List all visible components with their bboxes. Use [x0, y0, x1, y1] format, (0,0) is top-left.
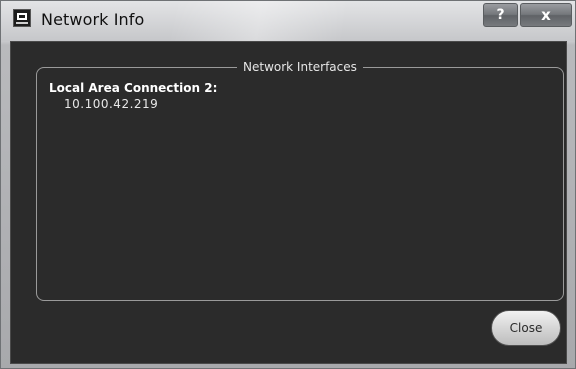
app-icon — [13, 9, 31, 27]
title-bar[interactable]: Network Info ? x — [1, 1, 575, 41]
window-title: Network Info — [41, 10, 145, 29]
group-legend: Network Interfaces — [237, 59, 363, 75]
dialog-content: Network Interfaces Local Area Connection… — [10, 41, 567, 364]
interface-ip-address: 10.100.42.219 — [64, 97, 159, 111]
network-interfaces-group: Network Interfaces Local Area Connection… — [36, 59, 564, 301]
window-close-button[interactable]: x — [520, 3, 572, 27]
help-button[interactable]: ? — [483, 3, 518, 27]
close-button[interactable]: Close — [491, 310, 561, 346]
network-info-window: Network Info ? x Network Interfaces Loca… — [0, 0, 576, 369]
interface-name: Local Area Connection 2: — [49, 81, 218, 95]
